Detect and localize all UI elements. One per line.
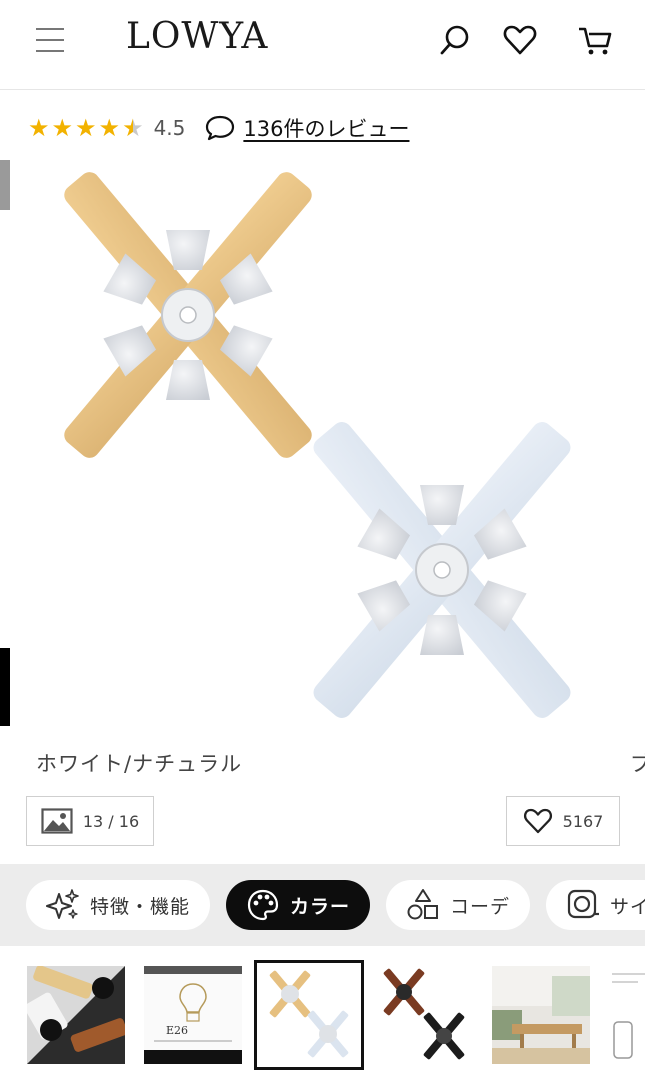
thumb-e26-bulb[interactable]: E26 xyxy=(144,966,242,1064)
tab-label: コーデ xyxy=(449,895,510,918)
svg-text:E26: E26 xyxy=(166,1024,188,1037)
thumb-brown-black[interactable] xyxy=(376,966,474,1064)
next-color-label: ブ xyxy=(630,752,645,776)
tab-label: カラー xyxy=(289,895,350,918)
measure-tape-icon xyxy=(567,889,599,919)
heart-icon xyxy=(523,808,552,834)
menu-icon[interactable] xyxy=(36,28,64,54)
thumb-room-scene[interactable] xyxy=(492,966,590,1064)
carousel-edge-indicator xyxy=(0,648,10,726)
section-tabs: 特徴・機能 カラー コーデ サイ xyxy=(0,864,645,946)
image-counter: 13 / 16 xyxy=(82,811,140,831)
image-icon xyxy=(41,808,73,834)
favorite-count: 5167 xyxy=(562,811,604,831)
palette-icon xyxy=(247,889,279,921)
product-image[interactable] xyxy=(10,160,645,740)
search-icon[interactable] xyxy=(437,22,473,58)
tab-color[interactable]: カラー xyxy=(226,880,370,930)
rating-row: ★ ★ ★ ★ ★ 4.5 136件のレビュー xyxy=(28,112,409,144)
cart-icon[interactable] xyxy=(577,22,613,58)
tab-coordinate[interactable]: コーデ xyxy=(386,880,530,930)
image-gallery-button[interactable]: 13 / 16 xyxy=(26,796,154,846)
shapes-icon xyxy=(407,889,438,920)
color-label: ホワイト/ナチュラル xyxy=(36,752,243,776)
star-rating: ★ ★ ★ ★ ★ xyxy=(28,116,146,140)
thumbnail-strip: E26 xyxy=(0,956,645,1080)
ceiling-fan-natural xyxy=(64,172,312,458)
ceiling-fan-white xyxy=(313,422,571,718)
tab-features[interactable]: 特徴・機能 xyxy=(26,880,210,930)
thumb-white-natural[interactable] xyxy=(254,960,364,1070)
thumb-remote[interactable] xyxy=(608,966,645,1064)
star-icon: ★ xyxy=(75,114,97,142)
logo[interactable]: LOWYA xyxy=(126,16,268,57)
heart-icon[interactable] xyxy=(502,22,538,58)
star-icon: ★ xyxy=(51,114,74,142)
tab-size[interactable]: サイ xyxy=(546,880,645,930)
star-icon: ★ xyxy=(28,114,50,142)
review-link[interactable]: 136件のレビュー xyxy=(243,113,409,143)
tab-label: 特徴・機能 xyxy=(89,895,190,918)
tab-label: サイ xyxy=(610,895,645,918)
sparkle-icon xyxy=(46,889,79,919)
favorite-button[interactable]: 5167 xyxy=(506,796,620,846)
star-icon: ★ xyxy=(98,114,121,142)
carousel-edge-indicator xyxy=(0,160,10,210)
header: LOWYA xyxy=(0,0,645,90)
thumb-blade-colors[interactable] xyxy=(27,966,125,1064)
rating-value: 4.5 xyxy=(153,116,186,140)
half-star-icon: ★ xyxy=(122,114,144,142)
speech-bubble-icon xyxy=(206,115,235,141)
